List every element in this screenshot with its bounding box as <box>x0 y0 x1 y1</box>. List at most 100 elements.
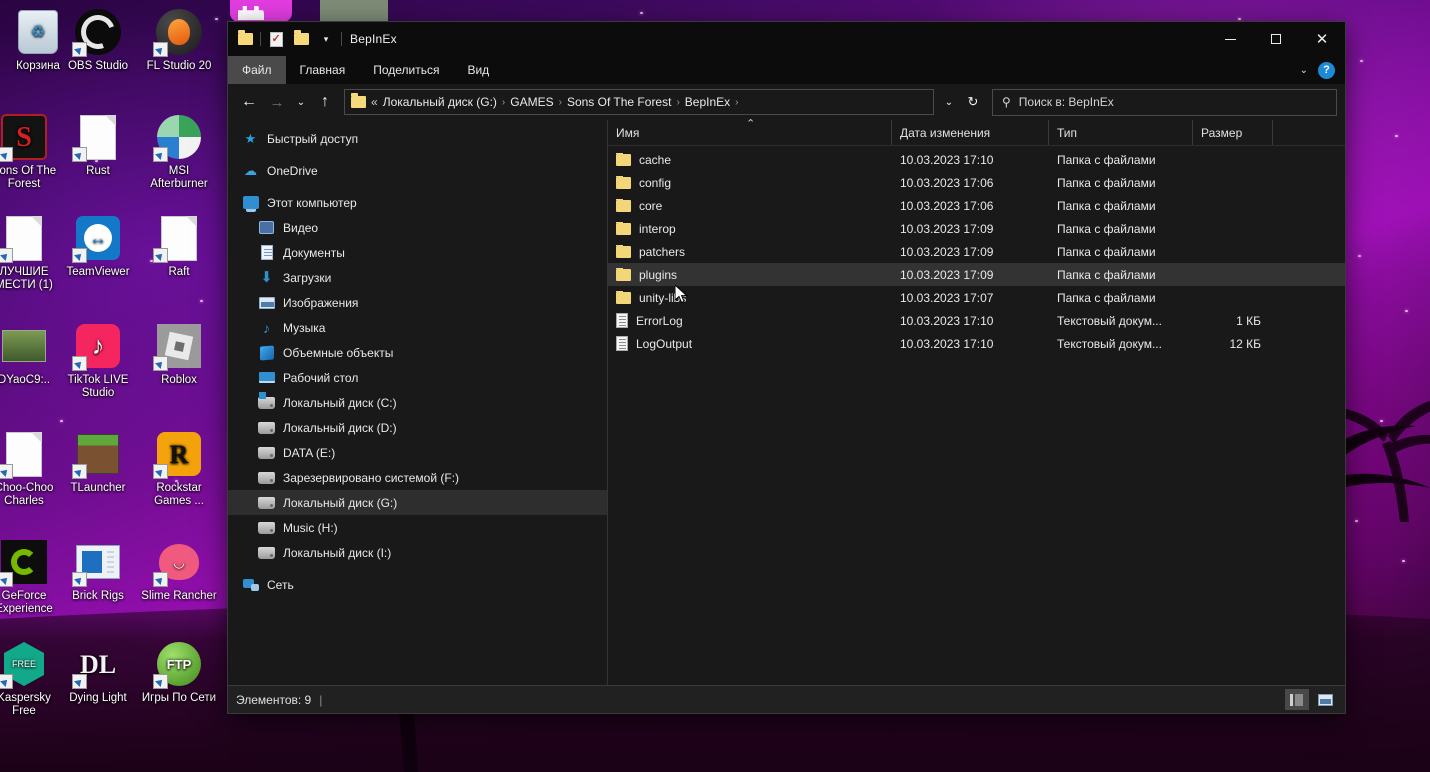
sidebar-item-локальный-диск-g[interactable]: Локальный диск (G:) <box>228 490 607 515</box>
minimize-button[interactable] <box>1207 22 1253 56</box>
network-icon <box>242 576 259 593</box>
desktop-icon-brick-rigs[interactable]: Brick Rigs <box>60 538 136 603</box>
address-dropdown-chevron-icon[interactable]: ⌄ <box>940 89 958 115</box>
desktop-icon-sons-of-the-forest[interactable]: S Sons Of The Forest <box>0 113 62 191</box>
desktop-icon-fl-studio-20[interactable]: FL Studio 20 <box>141 8 217 73</box>
sidebar-item-локальный-диск-d[interactable]: Локальный диск (D:) <box>228 415 607 440</box>
table-row[interactable]: patchers 10.03.2023 17:09 Папка с файлами <box>608 240 1345 263</box>
help-button[interactable]: ? <box>1318 61 1335 79</box>
breadcrumb-overflow[interactable]: « <box>371 95 378 109</box>
3d-objects-icon <box>258 344 275 361</box>
desktop-icon-kaspersky-free[interactable]: FREE Kaspersky Free <box>0 640 62 718</box>
sidebar-item-локальный-диск-i[interactable]: Локальный диск (I:) <box>228 540 607 565</box>
sidebar-item-рабочий-стол[interactable]: Рабочий стол <box>228 365 607 390</box>
cloud-icon: ☁ <box>244 162 257 178</box>
column-header-name[interactable]: Имя ⌃ <box>608 118 892 145</box>
desktop-icon-label: TLauncher <box>70 482 126 494</box>
table-row[interactable]: plugins 10.03.2023 17:09 Папка с файлами <box>608 263 1345 286</box>
desktop-icon-tlauncher[interactable]: TLauncher <box>60 430 136 495</box>
customize-chevron-icon[interactable]: ▾ <box>316 29 336 49</box>
desktop-icon-tiktok-live-studio[interactable]: ♪ TikTok LIVE Studio <box>60 322 136 400</box>
sidebar-item-этот-компьютер[interactable]: Этот компьютер <box>228 190 607 215</box>
folder-icon[interactable] <box>235 29 255 49</box>
recent-locations-chevron-icon[interactable]: ⌄ <box>292 89 310 115</box>
desktop-icon-rust[interactable]: Rust <box>60 113 136 178</box>
table-row[interactable]: core 10.03.2023 17:06 Папка с файлами <box>608 194 1345 217</box>
breadcrumb-item-0[interactable]: Локальный диск (G:) <box>383 95 497 109</box>
sidebar-item-label: DATA (E:) <box>283 445 336 460</box>
desktop-icon-slime-rancher[interactable]: ◡ Slime Rancher <box>141 538 217 603</box>
tab-share[interactable]: Поделиться <box>359 56 453 84</box>
table-row[interactable]: interop 10.03.2023 17:09 Папка с файлами <box>608 217 1345 240</box>
table-row[interactable]: LogOutput 10.03.2023 17:10 Текстовый докум… <box>608 332 1345 355</box>
refresh-icon[interactable]: ↻ <box>960 89 986 115</box>
forward-button[interactable]: → <box>264 89 290 115</box>
search-input[interactable]: ⚲ Поиск в: BepInEx <box>992 88 1337 116</box>
breadcrumb-item-1[interactable]: GAMES <box>510 95 553 109</box>
file-type-cell: Папка с файлами <box>1057 152 1156 167</box>
sidebar-item-music-h[interactable]: Music (H:) <box>228 515 607 540</box>
sidebar-item-зарезервировано-системой-f[interactable]: Зарезервировано системой (F:) <box>228 465 607 490</box>
sidebar-item-label: Объемные объекты <box>283 345 394 360</box>
details-view-button[interactable] <box>1285 689 1309 710</box>
ftp-icon: FTP <box>153 640 203 689</box>
folder-icon <box>616 152 631 166</box>
drive-icon <box>258 519 275 536</box>
desktop-icon-roblox[interactable]: Roblox <box>141 322 217 387</box>
table-row[interactable]: cache 10.03.2023 17:10 Папка с файлами <box>608 148 1345 171</box>
desktop-icon-obs-studio[interactable]: OBS Studio <box>60 8 136 73</box>
sidebar-item-onedrive[interactable]: ☁ OneDrive <box>228 158 607 183</box>
up-button[interactable]: ↑ <box>312 89 338 115</box>
new-folder-icon[interactable] <box>291 29 311 49</box>
breadcrumb-item-2[interactable]: Sons Of The Forest <box>567 95 672 109</box>
text-file-icon <box>616 313 628 328</box>
sidebar-item-сеть[interactable]: Сеть <box>228 572 607 597</box>
large-icons-view-button[interactable] <box>1313 689 1337 710</box>
sidebar-item-быстрый-доступ[interactable]: ★ Быстрый доступ <box>228 126 607 151</box>
tab-home[interactable]: Главная <box>286 56 360 84</box>
desktop-icon-dying-light[interactable]: DL Dying Light <box>60 640 136 705</box>
desktop-icon-msi-afterburner[interactable]: MSI Afterburner <box>141 113 217 191</box>
sidebar-item-изображения[interactable]: Изображения <box>228 290 607 315</box>
file-name-label: core <box>639 198 663 213</box>
column-header-date[interactable]: Дата изменения <box>892 120 1049 145</box>
desktop-icon-choo-choo-charles[interactable]: Choo-Choo Charles <box>0 430 62 508</box>
desktop-icon-geforce-experience[interactable]: GeForce Experience <box>0 538 62 616</box>
sidebar-item-локальный-диск-c[interactable]: Локальный диск (C:) <box>228 390 607 415</box>
breadcrumb-item-3[interactable]: BepInEx <box>685 95 730 109</box>
window-title: BepInEx <box>350 32 397 46</box>
desktop-icon-1[interactable]: ЛУЧШИЕ МЕСТИ (1) <box>0 214 62 292</box>
sidebar-item-загрузки[interactable]: ⬇ Загрузки <box>228 265 607 290</box>
sidebar-item-документы[interactable]: Документы <box>228 240 607 265</box>
desktop-icon-teamviewer[interactable]: ↔ TeamViewer <box>60 214 136 279</box>
sidebar-item-объемные-объекты[interactable]: Объемные объекты <box>228 340 607 365</box>
geforce-icon <box>0 538 48 587</box>
maximize-button[interactable] <box>1253 22 1299 56</box>
sidebar-item-data-e[interactable]: DATA (E:) <box>228 440 607 465</box>
breadcrumb-separator-3: › <box>735 96 739 108</box>
sidebar-item-музыка[interactable]: ♪ Музыка <box>228 315 607 340</box>
tab-view[interactable]: Вид <box>453 56 503 84</box>
file-name-cell: core <box>608 198 892 213</box>
table-row[interactable]: ErrorLog 10.03.2023 17:10 Текстовый докум.… <box>608 309 1345 332</box>
desktop-icon-raft[interactable]: Raft <box>141 214 217 279</box>
sidebar-item-видео[interactable]: Видео <box>228 215 607 240</box>
table-row[interactable]: unity-libs 10.03.2023 17:07 Папка с файлам… <box>608 286 1345 309</box>
close-button[interactable]: ✕ <box>1299 22 1345 56</box>
properties-icon[interactable] <box>266 29 286 49</box>
desktop-icon-label: Choo-Choo Charles <box>0 482 54 507</box>
breadcrumb[interactable]: « Локальный диск (G:) › GAMES › Sons Of … <box>344 89 934 115</box>
tab-file[interactable]: Файл <box>228 56 286 84</box>
back-button[interactable]: ← <box>236 89 262 115</box>
file-type-cell: Текстовый докум... <box>1057 336 1162 351</box>
desktop-icon-[interactable]: FTP Игры По Сети <box>141 640 217 705</box>
desktop-icon-label: MSI Afterburner <box>150 165 208 190</box>
table-row[interactable]: config 10.03.2023 17:06 Папка с файлами <box>608 171 1345 194</box>
sidebar-item-label: Изображения <box>283 295 359 310</box>
desktop-icon-label: Dying Light <box>69 692 127 704</box>
desktop-icon-dyaoc9[interactable]: DYaoC9:.. <box>0 322 62 387</box>
desktop-icon-rockstar-games[interactable]: R Rockstar Games ... <box>141 430 217 508</box>
column-header-type[interactable]: Тип <box>1049 120 1193 145</box>
column-header-size[interactable]: Размер <box>1193 120 1273 145</box>
expand-ribbon-chevron-icon[interactable]: ⌄ <box>1300 65 1308 76</box>
